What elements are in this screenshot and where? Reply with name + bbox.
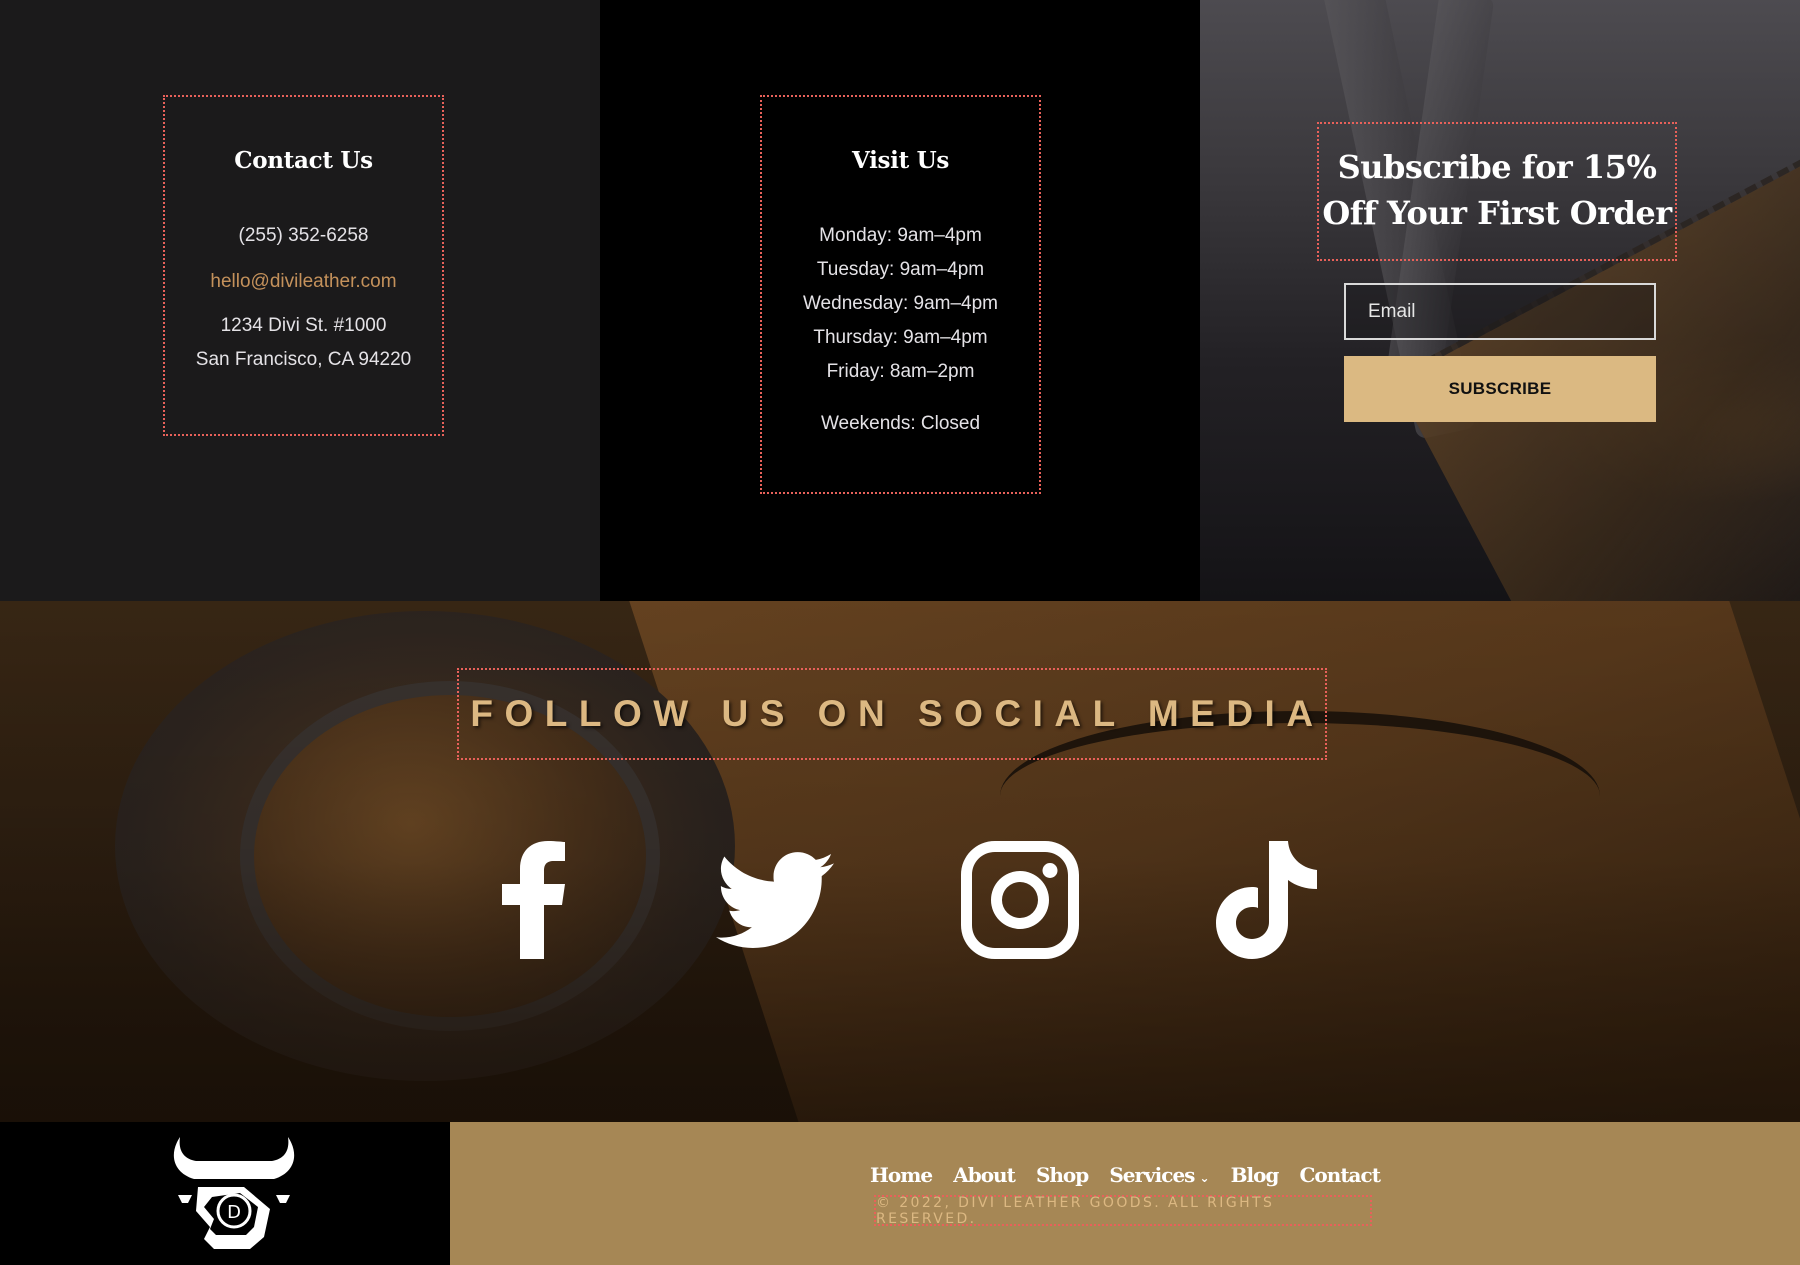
follow-heading-box: FOLLOW US ON SOCIAL MEDIA [457, 668, 1327, 760]
contact-address-line2: San Francisco, CA 94220 [195, 349, 412, 370]
visit-title: Visit Us [851, 147, 950, 174]
bull-logo-icon: D [173, 1137, 295, 1249]
nav-services[interactable]: Services ⌄ [1109, 1163, 1209, 1187]
instagram-link[interactable] [960, 838, 1080, 962]
contact-email-link[interactable]: hello@divileather.com [165, 265, 442, 299]
chevron-down-icon[interactable]: ⌄ [1199, 1171, 1209, 1185]
contact-address-line1: 1234 Divi St. #1000 [220, 315, 387, 336]
footer-nav-area [450, 1122, 1800, 1265]
email-input[interactable] [1344, 283, 1656, 340]
subscribe-heading-line1: Subscribe for 15% [1337, 148, 1657, 186]
twitter-icon [716, 852, 834, 948]
hours-thursday: Thursday: 9am–4pm [813, 327, 988, 348]
bull-logo[interactable]: D [172, 1135, 296, 1253]
instagram-icon [961, 841, 1079, 959]
twitter-link[interactable] [715, 838, 835, 962]
follow-heading: FOLLOW US ON SOCIAL MEDIA [470, 693, 1325, 734]
copyright-box: © 2022, DIVI LEATHER GOODS. ALL RIGHTS R… [874, 1194, 1372, 1227]
subscribe-button[interactable]: SUBSCRIBE [1344, 356, 1656, 422]
hours-monday: Monday: 9am–4pm [819, 225, 982, 246]
nav-services-label: Services [1109, 1163, 1195, 1187]
subscribe-heading-box: Subscribe for 15% Off Your First Order [1317, 122, 1677, 261]
copyright-text: © 2022, DIVI LEATHER GOODS. ALL RIGHTS R… [876, 1194, 1275, 1227]
contact-phone[interactable]: (255) 352-6258 [165, 219, 442, 253]
tiktok-link[interactable] [1205, 838, 1325, 962]
contact-box: Contact Us (255) 352-6258 hello@divileat… [163, 95, 444, 436]
hours-friday: Friday: 8am–2pm [826, 361, 975, 382]
nav-shop[interactable]: Shop [1036, 1163, 1089, 1187]
facebook-link[interactable] [474, 838, 594, 962]
subscribe-heading: Subscribe for 15% Off Your First Order [1319, 144, 1675, 236]
nav-contact[interactable]: Contact [1300, 1163, 1381, 1187]
nav-blog[interactable]: Blog [1231, 1163, 1280, 1187]
subscribe-heading-line2: Off Your First Order [1322, 194, 1672, 232]
logo-letter: D [227, 1202, 241, 1223]
tiktok-icon [1216, 841, 1317, 959]
nav-home[interactable]: Home [870, 1163, 933, 1187]
hours-tuesday: Tuesday: 9am–4pm [816, 259, 985, 280]
hours-weekends: Weekends: Closed [820, 413, 981, 434]
facebook-icon [502, 841, 565, 959]
hours-wednesday: Wednesday: 9am–4pm [802, 293, 999, 314]
visit-box: Visit Us Monday: 9am–4pm Tuesday: 9am–4p… [760, 95, 1041, 494]
footer-nav: Home About Shop Services ⌄ Blog Contact [870, 1163, 1381, 1187]
contact-title: Contact Us [234, 147, 373, 174]
nav-about[interactable]: About [953, 1163, 1016, 1187]
